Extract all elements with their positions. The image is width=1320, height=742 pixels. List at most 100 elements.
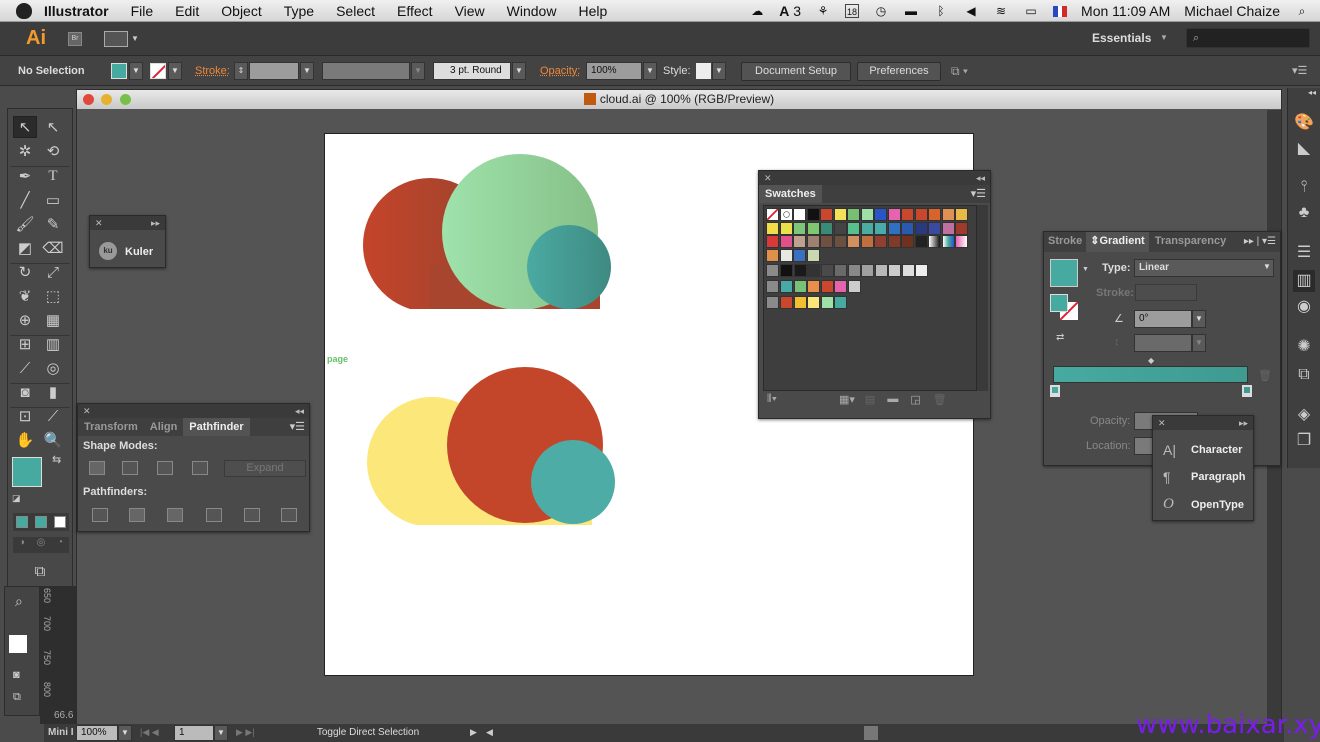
lasso-tool[interactable]: ⟲ <box>41 140 65 162</box>
swatch[interactable] <box>847 280 861 293</box>
swatch[interactable] <box>834 296 847 309</box>
opacity-dropdown[interactable]: ▼ <box>643 62 657 80</box>
eraser-tool[interactable]: ⌫ <box>41 237 65 259</box>
symbols-icon[interactable]: ♣ <box>1293 202 1315 224</box>
angle-dropdown[interactable]: ▼ <box>1192 310 1206 328</box>
draw-modes[interactable]: ◑ ◎ ◔ <box>13 537 69 553</box>
swatch[interactable] <box>807 296 820 309</box>
swatch[interactable] <box>860 221 874 235</box>
tab-transparency[interactable]: Transparency <box>1149 232 1233 252</box>
close-icon[interactable]: ✕ <box>764 171 772 185</box>
aspect-ratio-dropdown[interactable]: ▼ <box>1192 334 1206 352</box>
swatch[interactable] <box>887 208 901 221</box>
delete-swatch-icon[interactable]: 🗑 <box>933 393 947 411</box>
zoom-level-input[interactable]: 100% <box>76 725 118 741</box>
artboards-icon[interactable]: ❐ <box>1293 430 1315 452</box>
chevron-down-icon[interactable]: ▼ <box>1082 266 1089 273</box>
mesh-tool[interactable]: ⊞ <box>13 333 37 355</box>
apple-icon[interactable] <box>16 2 32 19</box>
gradient-panel-icon[interactable]: ▥ <box>1293 270 1315 292</box>
pen-tool[interactable]: ✒ <box>13 165 37 187</box>
swatch[interactable] <box>793 264 807 277</box>
screen-mode-icon[interactable]: ⧉ <box>28 560 52 582</box>
opacity-link[interactable]: Opacity: <box>540 65 580 77</box>
menu-help[interactable]: Help <box>578 3 607 19</box>
swatch[interactable] <box>928 221 941 235</box>
stroke-weight-dropdown[interactable]: ▼ <box>300 62 314 80</box>
swatch[interactable] <box>833 221 847 235</box>
battery-icon[interactable]: ▭ <box>1023 4 1039 18</box>
swatch[interactable] <box>888 264 901 277</box>
layers-icon[interactable]: ◈ <box>1293 404 1315 426</box>
swatch[interactable] <box>955 208 968 221</box>
swatch[interactable] <box>901 235 914 248</box>
swatch[interactable] <box>901 208 914 221</box>
none-mode-button[interactable] <box>54 516 66 528</box>
collapse-icon[interactable]: ◂◂ <box>976 171 985 185</box>
color-group-folder-icon[interactable] <box>766 280 779 293</box>
swatch[interactable] <box>847 221 860 235</box>
spotlight-icon[interactable]: ⌕ <box>1294 4 1310 18</box>
panel-menu-icon[interactable]: ▾☰ <box>290 418 309 436</box>
swatch[interactable] <box>887 221 901 235</box>
profile-dropdown[interactable]: ▼ <box>411 62 425 80</box>
warp-tool[interactable]: ❦ <box>13 285 37 307</box>
swatch[interactable] <box>887 235 901 248</box>
brush-dropdown[interactable]: ▼ <box>512 62 526 80</box>
swatch[interactable] <box>901 221 914 235</box>
swatch[interactable] <box>793 221 806 235</box>
swatch[interactable] <box>834 264 847 277</box>
show-swatch-kinds-icon[interactable]: ▦▾ <box>839 393 855 411</box>
color-panel-icon[interactable]: ◣ <box>1293 138 1315 160</box>
swatch[interactable] <box>941 235 955 248</box>
trim-button[interactable] <box>129 508 145 522</box>
screen-mode-icon[interactable]: ◙ <box>13 669 20 681</box>
rotate-tool[interactable]: ↻ <box>13 261 37 283</box>
type-tool[interactable]: T <box>41 165 65 187</box>
blob-brush-tool[interactable]: ◩ <box>13 237 37 259</box>
pencil-tool[interactable]: ✎ <box>41 213 65 235</box>
stroke-weight-stepper[interactable]: ⇕ <box>234 62 248 80</box>
shape-builder-tool[interactable]: ⊕ <box>13 309 37 331</box>
swatch[interactable] <box>820 280 834 293</box>
creative-cloud-icon[interactable]: ☁ <box>749 4 765 18</box>
artboard-dropdown[interactable]: ▼ <box>214 725 228 741</box>
stroke-gradient-options[interactable] <box>1135 284 1197 301</box>
paintbrush-tool[interactable]: 🖌 <box>13 213 37 235</box>
stroke-dropdown[interactable]: ▼ <box>168 62 182 80</box>
slice-tool[interactable]: ⟋ <box>41 405 65 427</box>
workspace-switcher[interactable]: Essentials <box>1092 31 1151 45</box>
outline-button[interactable] <box>244 508 260 522</box>
swatch[interactable] <box>793 296 807 309</box>
swatch[interactable] <box>833 235 847 248</box>
document-setup-button[interactable]: Document Setup <box>741 62 851 81</box>
graph-tool[interactable]: ▮ <box>41 381 65 403</box>
swatch[interactable] <box>780 296 793 309</box>
swatch[interactable] <box>780 280 793 293</box>
swatch[interactable] <box>820 208 833 221</box>
tab-swatches[interactable]: Swatches <box>759 185 822 203</box>
brush-definition[interactable]: 3 pt. Round <box>433 62 511 80</box>
default-colors-icon[interactable]: ◪ <box>12 493 21 504</box>
eyedropper-tool[interactable]: ⟋ <box>13 357 37 379</box>
paragraph-item[interactable]: ¶ Paragraph <box>1163 469 1245 485</box>
scroll-left-icon[interactable]: ◀ <box>486 727 493 738</box>
tab-gradient[interactable]: ⇕Gradient <box>1086 232 1149 252</box>
tab-pathfinder[interactable]: Pathfinder <box>183 418 250 436</box>
swatch[interactable] <box>766 235 779 248</box>
swatch[interactable] <box>820 235 833 248</box>
transparency-icon[interactable]: ◉ <box>1293 296 1315 318</box>
gradient-preview-swatch[interactable] <box>1050 259 1078 287</box>
input-flag-icon[interactable] <box>1053 5 1068 17</box>
swatch[interactable] <box>793 248 806 262</box>
swatch[interactable] <box>820 296 834 309</box>
close-window-button[interactable] <box>83 94 94 105</box>
first-artboard-icon[interactable]: |◀ ◀ <box>140 727 159 738</box>
isolate-icon[interactable]: ⧉ ▾ <box>951 64 968 79</box>
preferences-button[interactable]: Preferences <box>857 62 941 81</box>
gradient-mode-button[interactable] <box>35 516 47 528</box>
swatch[interactable] <box>820 264 834 277</box>
swatch[interactable] <box>874 235 887 248</box>
time-machine-icon[interactable]: ◷ <box>873 4 889 18</box>
perspective-grid-tool[interactable]: ▦ <box>41 309 65 331</box>
